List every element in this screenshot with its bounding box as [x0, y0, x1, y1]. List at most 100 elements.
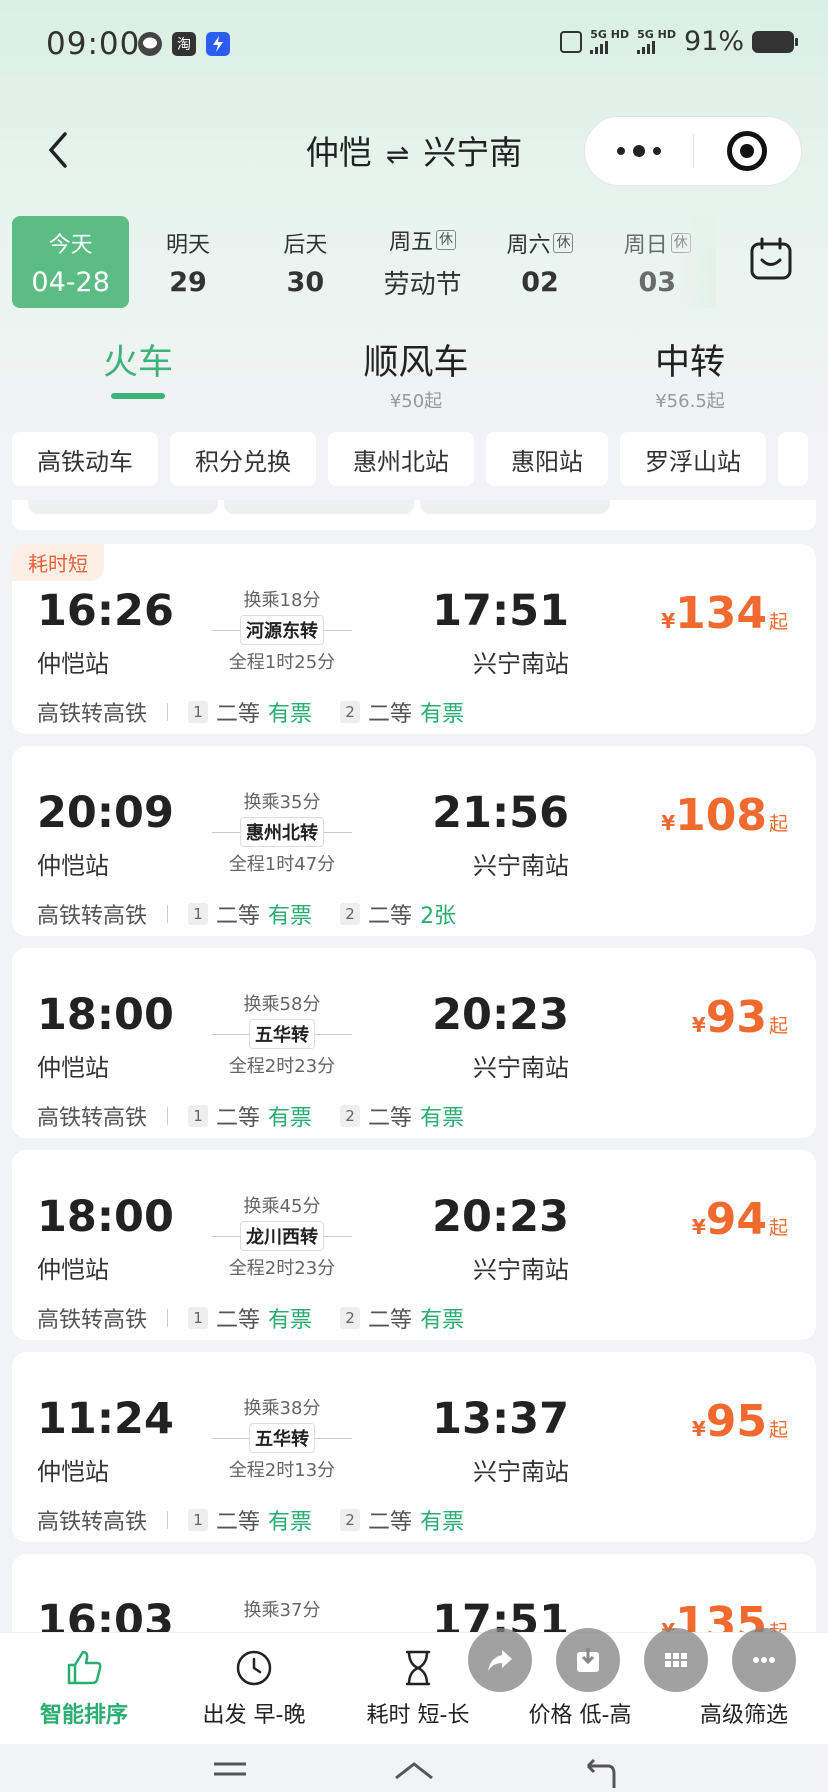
departure-time: 16:26 [37, 586, 174, 636]
transfer-info: 换乘35分 惠州北转 全程1时47分 [212, 788, 352, 876]
grid-button[interactable] [644, 1628, 708, 1692]
arrival-station: 兴宁南站 [473, 852, 569, 880]
price: ¥108 起 [661, 790, 788, 841]
signal-bars-icon [590, 40, 629, 54]
back-nav-icon[interactable] [580, 1758, 616, 1788]
chip-more[interactable] [778, 432, 808, 486]
transfer-station: 惠州北转 [240, 817, 324, 847]
chip-points[interactable]: 积分兑换 [170, 432, 316, 486]
arrival-station: 兴宁南站 [473, 1458, 569, 1486]
chip-luofushan[interactable]: 罗浮山站 [620, 432, 766, 486]
to-city[interactable]: 兴宁南 [423, 133, 522, 172]
trip-card[interactable]: 16:03 换乘37分 17:51 ¥135 起 [12, 1554, 816, 1632]
battery-percent: 91% [683, 26, 744, 57]
date-today[interactable]: 今天 04-28 [12, 216, 130, 308]
transfer-station: 五华转 [249, 1423, 315, 1453]
trip-card[interactable]: 20:09 仲恺站 换乘35分 惠州北转 全程1时47分 21:56 兴宁南站 … [12, 746, 816, 936]
target-icon [727, 131, 768, 171]
arrival-station: 兴宁南站 [473, 1256, 569, 1284]
date-strip: 今天 04-28 明天 29 后天 30 周五休 劳动节 周六休 02 周日休 … [12, 216, 716, 308]
trip-card[interactable]: 11:24 仲恺站 换乘38分 五华转 全程2时13分 13:37 兴宁南站 ¥… [12, 1352, 816, 1542]
date-saturday[interactable]: 周六休 02 [481, 216, 598, 308]
transfer-info: 换乘37分 [243, 1600, 321, 1621]
grid-icon [665, 1653, 687, 1667]
share-icon [488, 1650, 512, 1671]
trip-list: 耗时短 16:26 仲恺站 换乘18分 河源东转 全程1时25分 17:51 兴… [12, 500, 816, 1632]
list-top-shadow [12, 500, 816, 530]
arrival-station: 兴宁南站 [473, 1054, 569, 1082]
signal-bars-icon [637, 40, 676, 54]
tab-train[interactable]: 火车 [98, 334, 178, 399]
chat-bubble-icon [138, 32, 162, 56]
status-system-icons: 5G HD 5G HD 91% [560, 26, 798, 57]
status-bar: 09:00 淘 5G HD 5G HD 91% [0, 0, 828, 90]
more-button[interactable] [732, 1628, 796, 1692]
seat-info: 高铁转高铁 1 二等 有票 2 二等 有票 [37, 701, 465, 727]
share-button[interactable] [468, 1628, 532, 1692]
trip-card[interactable]: 耗时短 16:26 仲恺站 换乘18分 河源东转 全程1时25分 17:51 兴… [12, 544, 816, 734]
capsule-close-button[interactable] [694, 116, 802, 186]
arrival-time: 21:56 [432, 788, 569, 838]
swap-icon[interactable]: ⇌ [386, 138, 409, 171]
departure-time: 18:00 [37, 1192, 174, 1242]
save-button[interactable] [556, 1628, 620, 1692]
back-button[interactable] [28, 120, 88, 180]
thumbs-up-icon [67, 1650, 102, 1685]
home-nav-icon[interactable] [392, 1758, 436, 1788]
departure-time: 11:24 [37, 1394, 174, 1444]
arrival-time: 20:23 [432, 990, 569, 1040]
clock-icon [236, 1650, 272, 1686]
arrival-time: 13:37 [432, 1394, 569, 1444]
holiday-rest-badge: 休 [553, 232, 574, 253]
arrival-station: 兴宁南站 [473, 650, 569, 678]
departure-station: 仲恺站 [37, 1054, 109, 1082]
seat-info: 高铁转高铁 1 二等 有票 2 二等 有票 [37, 1509, 465, 1535]
arrival-time: 17:51 [432, 1596, 569, 1632]
network-indicator-1: 5G HD [590, 29, 629, 54]
capsule-more-button[interactable] [585, 116, 693, 186]
system-navigation-bar [0, 1744, 828, 1792]
chip-huiyang[interactable]: 惠阳站 [486, 432, 608, 486]
price: ¥134 起 [661, 588, 788, 639]
fastest-tag: 耗时短 [12, 544, 104, 581]
transfer-station: 河源东转 [240, 615, 324, 645]
date-strip-fade [676, 216, 716, 308]
active-tab-indicator [111, 393, 165, 399]
transfer-info: 换乘45分 龙川西转 全程2时23分 [212, 1192, 352, 1280]
departure-station: 仲恺站 [37, 1256, 109, 1284]
departure-time: 20:09 [37, 788, 174, 838]
filter-chips: 高铁动车 积分兑换 惠州北站 惠阳站 罗浮山站 [12, 432, 828, 486]
taobao-icon: 淘 [172, 32, 196, 56]
trip-card[interactable]: 18:00 仲恺站 换乘45分 龙川西转 全程2时23分 20:23 兴宁南站 … [12, 1150, 816, 1340]
battery-icon [752, 30, 798, 53]
trip-card[interactable]: 18:00 仲恺站 换乘58分 五华转 全程2时23分 20:23 兴宁南站 ¥… [12, 948, 816, 1138]
seat-info: 高铁转高铁 1 二等 有票 2 二等 有票 [37, 1105, 465, 1131]
hourglass-icon [405, 1650, 431, 1686]
tab-carpool[interactable]: 顺风车 ¥50起 [356, 334, 476, 413]
transfer-info: 换乘38分 五华转 全程2时13分 [212, 1394, 352, 1482]
tab-transfer[interactable]: 中转 ¥56.5起 [640, 334, 740, 413]
chip-high-speed[interactable]: 高铁动车 [12, 432, 158, 486]
departure-time: 16:03 [37, 1596, 174, 1632]
calendar-button[interactable] [748, 236, 798, 286]
arrival-time: 20:23 [432, 1192, 569, 1242]
price: ¥95 起 [691, 1396, 788, 1447]
sort-duration-button[interactable]: 耗时 短-长 [358, 1647, 478, 1729]
network-indicator-2: 5G HD [637, 29, 676, 54]
status-notification-icons: 淘 [138, 32, 230, 56]
transport-mode-tabs: 火车 顺风车 ¥50起 中转 ¥56.5起 [0, 334, 828, 412]
transfer-info: 换乘18分 河源东转 全程1时25分 [212, 586, 352, 674]
from-city[interactable]: 仲恺 [306, 133, 372, 172]
date-day-after[interactable]: 后天 30 [247, 216, 364, 308]
calendar-icon [750, 237, 792, 280]
menu-nav-icon[interactable] [212, 1758, 248, 1788]
seat-info: 高铁转高铁 1 二等 有票 2 二等 2张 [37, 903, 457, 929]
departure-station: 仲恺站 [37, 852, 109, 880]
sort-departure-button[interactable]: 出发 早-晚 [194, 1647, 314, 1729]
holiday-rest-badge: 休 [436, 229, 457, 250]
date-friday[interactable]: 周五休 劳动节 [364, 216, 481, 308]
sort-smart-button[interactable]: 智能排序 [34, 1647, 134, 1729]
date-tomorrow[interactable]: 明天 29 [129, 216, 246, 308]
chip-huizhou-north[interactable]: 惠州北站 [328, 432, 474, 486]
departure-station: 仲恺站 [37, 650, 109, 678]
